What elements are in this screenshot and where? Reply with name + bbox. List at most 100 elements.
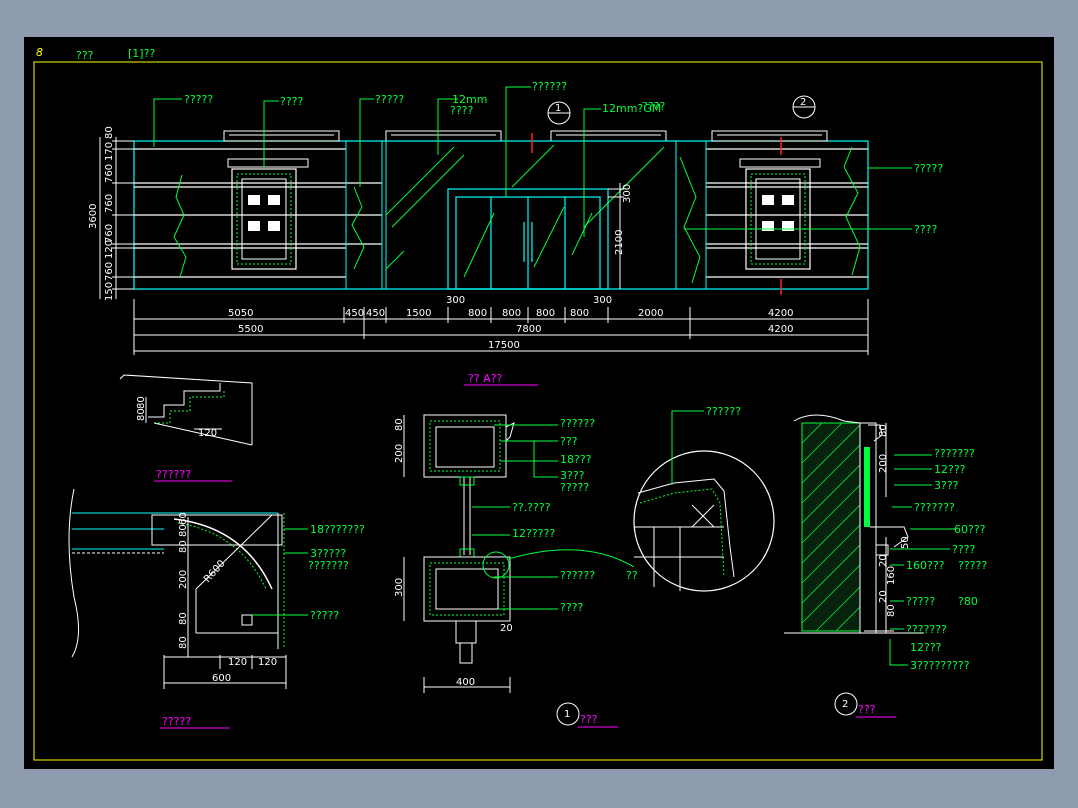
svg-text:120: 120 — [198, 428, 217, 439]
section-2: 200 80 50 20 160 20 80 ??????? 12??? 3??… — [784, 414, 987, 672]
svg-text:450: 450 — [345, 308, 364, 319]
svg-text:4200: 4200 — [768, 324, 793, 335]
svg-text:1: 1 — [564, 709, 570, 720]
svg-text:80: 80 — [878, 424, 889, 437]
svg-text:??????: ?????? — [560, 569, 595, 582]
callout-5: ???? — [450, 104, 474, 117]
pillars — [345, 140, 707, 290]
svg-text:??: ?? — [626, 569, 638, 582]
svg-text:200: 200 — [878, 454, 889, 473]
detail-corner: 80 60 80 200 80 80 R600 120 120 600 18??… — [68, 488, 365, 689]
svg-text:300: 300 — [394, 578, 405, 597]
section-2-title: 2 ??? — [834, 692, 896, 718]
svg-text:2: 2 — [800, 97, 806, 108]
svg-text:80: 80 — [178, 540, 189, 553]
svg-text:170: 170 — [104, 142, 115, 161]
svg-text:450: 450 — [366, 308, 385, 319]
svg-text:2: 2 — [842, 699, 848, 710]
svg-text:20: 20 — [878, 554, 889, 567]
callout-1: ????? — [184, 93, 213, 106]
svg-text:???: ??? — [580, 713, 598, 726]
svg-text:???????: ??????? — [934, 447, 975, 460]
svg-text:20: 20 — [500, 623, 513, 634]
svg-text:???: ??? — [560, 435, 578, 448]
svg-text:800: 800 — [570, 308, 589, 319]
svg-text:200: 200 — [178, 570, 189, 589]
callout-right-1: ????? — [914, 162, 943, 175]
svg-text:18???????: 18??????? — [310, 523, 365, 536]
glass-wall — [385, 140, 677, 290]
svg-text:???????: ??????? — [906, 623, 947, 636]
corner-detail-title: ????? — [162, 715, 191, 728]
svg-text:3?????????: 3????????? — [910, 659, 970, 672]
section-cut-lines — [531, 133, 782, 295]
svg-text:?80: ?80 — [958, 595, 978, 608]
left-ornament-panel — [227, 158, 309, 270]
svg-text:60: 60 — [178, 512, 189, 525]
svg-text:50: 50 — [900, 536, 911, 549]
svg-text:160: 160 — [886, 566, 897, 585]
svg-text:??.????: ??.???? — [512, 501, 551, 514]
svg-text:20: 20 — [878, 590, 889, 603]
sheet-title-b: [1]?? — [128, 47, 155, 60]
svg-text:??????: ?????? — [706, 405, 741, 418]
section-marker-2: 2 — [792, 95, 816, 119]
svg-text:80: 80 — [886, 604, 897, 617]
callout-8: ???? — [642, 100, 666, 113]
sheet-border — [33, 61, 1043, 761]
door-base-dim-left: 300 — [446, 295, 465, 306]
svg-text:12???: 12??? — [934, 463, 966, 476]
svg-text:120: 120 — [258, 657, 277, 668]
svg-text:800: 800 — [502, 308, 521, 319]
svg-text:3600: 3600 — [88, 204, 99, 229]
svg-text:600: 600 — [212, 673, 231, 684]
svg-text:???????: ??????? — [914, 501, 955, 514]
svg-text:18???: 18??? — [560, 453, 592, 466]
svg-text:80: 80 — [178, 612, 189, 625]
svg-text:7800: 7800 — [516, 324, 541, 335]
right-ornament-panel — [739, 158, 821, 270]
dim-total: 17500 — [488, 340, 520, 351]
door-base-dim-right: 300 — [593, 295, 612, 306]
front-elevation: ????? ???? ????? 12mm ???? ?????? 12mm?G… — [88, 80, 943, 355]
svg-text:760: 760 — [104, 164, 115, 183]
svg-text:400: 400 — [456, 677, 475, 688]
svg-text:60???: 60??? — [954, 523, 986, 536]
svg-text:5500: 5500 — [238, 324, 263, 335]
section-marker-1: 1 — [547, 101, 571, 125]
svg-text:?????: ????? — [906, 595, 935, 608]
svg-text:800: 800 — [468, 308, 487, 319]
svg-text:80: 80 — [394, 418, 405, 431]
svg-text:????: ???? — [560, 601, 584, 614]
svg-text:???: ??? — [858, 703, 876, 716]
detail-step: 80 80 120 — [119, 374, 253, 446]
svg-text:80: 80 — [136, 408, 147, 421]
callout-6: ?????? — [532, 80, 567, 93]
svg-text:2000: 2000 — [638, 308, 663, 319]
svg-text:?????: ????? — [310, 609, 339, 622]
svg-text:150: 150 — [104, 282, 115, 301]
elevation-title: ?? A?? — [468, 372, 503, 385]
svg-text:?????: ????? — [560, 481, 589, 494]
callout-right-2: ???? — [914, 223, 938, 236]
svg-text:80: 80 — [136, 396, 147, 409]
stone-bands — [134, 148, 868, 278]
svg-text:200: 200 — [394, 444, 405, 463]
svg-text:80: 80 — [178, 636, 189, 649]
drawing-sheet: 8 ??? [1]?? ????? ???? ????? 12mm ???? ?… — [24, 37, 1054, 769]
svg-text:1: 1 — [555, 103, 561, 114]
svg-text:3???: 3??? — [934, 479, 959, 492]
svg-text:?????: ????? — [958, 559, 987, 572]
left-dimension-labels: 80 170 760 760 3600 760 120 760 150 — [88, 126, 115, 301]
cad-drawing: 8 ??? [1]?? ????? ???? ????? 12mm ???? ?… — [33, 46, 1043, 761]
svg-text:5050: 5050 — [228, 308, 253, 319]
callout-3: ????? — [375, 93, 404, 106]
svg-text:160???: 160??? — [906, 559, 945, 572]
section-1-title: 1 ??? — [556, 702, 618, 728]
svg-text:760: 760 — [104, 262, 115, 281]
svg-text:12???: 12??? — [910, 641, 942, 654]
svg-text:??????: ?????? — [560, 417, 595, 430]
door-dim-2100: 2100 — [614, 230, 625, 255]
svg-text:????: ???? — [952, 543, 976, 556]
sheet-mark: 8 — [36, 46, 43, 59]
